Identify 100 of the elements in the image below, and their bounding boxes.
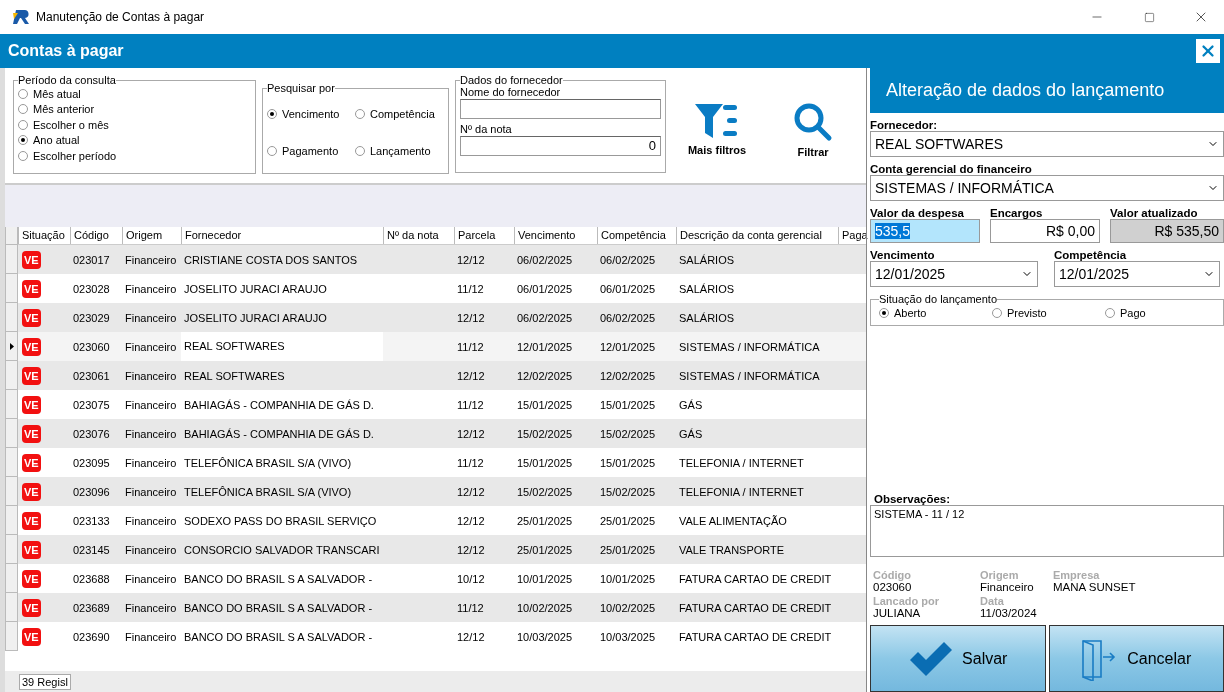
table-cell-text: 11/12 xyxy=(456,340,485,353)
info-value: 11/03/2024 xyxy=(980,607,1038,619)
table-row[interactable]: VE 023029 Financeiro JOSELITO JURACI ARAUJO 12/12 06/02/2025 06/02/2025 SALÁRIOS xyxy=(5,303,866,332)
info-label: Código xyxy=(873,569,912,581)
app-logo-icon xyxy=(12,9,30,25)
table-cell-text: 023096 xyxy=(72,485,111,498)
table-cell-text: CRISTIANE COSTA DOS SANTOS xyxy=(183,253,359,266)
table-cell-text: Financeiro xyxy=(124,456,178,469)
table-row[interactable]: VE 023096 Financeiro TELEFÔNICA BRASIL S/A (VIVO) 12/12 15/02/2025 15/02/2025 TELEFONIA / INTERNET xyxy=(5,477,866,506)
status-badge: VE xyxy=(22,627,41,646)
account-dropdown[interactable]: SISTEMAS / INFORMÁTICA xyxy=(870,175,1224,201)
table-cell-text: TELEFÔNICA BRASIL S/A (VIVO) xyxy=(183,485,353,498)
radio-option[interactable]: Ano atual xyxy=(18,132,251,148)
table-cell-text: 10/12 xyxy=(456,572,486,585)
maximize-icon xyxy=(1143,11,1155,23)
column-header[interactable]: Situação xyxy=(18,227,70,244)
supplier-name-field[interactable] xyxy=(460,99,661,119)
field-label: Valor atualizado xyxy=(1110,207,1199,219)
table-cell-text: 11/12 xyxy=(456,456,485,469)
table-cell-text: Financeiro xyxy=(124,601,178,614)
status-badge: VE xyxy=(22,482,41,501)
table-cell-text: 25/01/2025 xyxy=(516,514,574,527)
status-badge: VE xyxy=(22,308,41,327)
expense-value-field[interactable]: 535,5 xyxy=(870,219,980,243)
cancel-button[interactable]: Cancelar xyxy=(1048,625,1224,692)
radio-option[interactable]: Previsto xyxy=(992,305,1105,321)
status-badge: VE xyxy=(22,424,41,443)
close-button[interactable] xyxy=(1196,39,1220,63)
table-row[interactable]: VE 023017 Financeiro CRISTIANE COSTA DOS SANTOS 12/12 06/02/2025 06/02/2025 SALÁRIOS xyxy=(5,245,866,274)
radio-option[interactable]: Pago xyxy=(1105,305,1205,321)
table-cell-text: 12/12 xyxy=(456,630,486,643)
group-legend: Situação do lançamento xyxy=(879,293,998,305)
table-row[interactable]: VE 023076 Financeiro BAHIAGÁS - COMPANHIA DE GÁS D. 12/12 15/02/2025 15/02/2025 GÁS xyxy=(5,419,866,448)
table-cell-text: JOSELITO JURACI ARAUJO xyxy=(183,282,328,295)
table-cell-text: 023076 xyxy=(72,427,111,440)
field-label: Nº da nota xyxy=(460,123,513,135)
table-row[interactable]: VE 023060 Financeiro REAL SOFTWARES 11/12 12/01/2025 12/01/2025 SISTEMAS / INFORMÁTICA xyxy=(5,332,866,361)
radio-option[interactable]: Vencimento xyxy=(267,106,355,122)
page-title: Contas à pagar xyxy=(8,42,124,60)
table-cell-text: TELEFONIA / INTERNET xyxy=(678,485,805,498)
column-header[interactable]: Descrição da conta gerencial xyxy=(676,227,838,244)
table-cell-text: 10/02/2025 xyxy=(516,601,574,614)
table-cell-text: 023028 xyxy=(72,282,111,295)
column-header[interactable]: Origem xyxy=(122,227,181,244)
column-header[interactable]: Fornecedor xyxy=(181,227,383,244)
table-cell-text: 11/12 xyxy=(456,282,485,295)
radio-option[interactable]: Mês anterior xyxy=(18,101,251,117)
table-cell-text: 023029 xyxy=(72,311,111,324)
table-cell-text: GÁS xyxy=(678,398,704,411)
radio-option[interactable]: Lançamento xyxy=(355,143,435,159)
info-value: Financeiro xyxy=(980,581,1035,593)
table-cell-text: 10/03/2025 xyxy=(516,630,574,643)
more-filters-button[interactable]: Mais filtros xyxy=(672,102,762,156)
table-cell-text: Financeiro xyxy=(124,311,178,324)
table-cell-text: SALÁRIOS xyxy=(678,311,736,324)
column-header[interactable]: Competência xyxy=(597,227,676,244)
charges-field[interactable]: R$ 0,00 xyxy=(990,219,1100,243)
status-badge: VE xyxy=(22,453,41,472)
table-cell-text: 023690 xyxy=(72,630,111,643)
column-header[interactable]: Vencimento xyxy=(514,227,597,244)
record-count: 39 Regisl xyxy=(19,673,71,690)
column-header[interactable]: Código xyxy=(70,227,122,244)
radio-option[interactable]: Mês atual xyxy=(18,86,251,102)
status-badge: VE xyxy=(22,598,41,617)
table-cell-text: GÁS xyxy=(678,427,704,440)
table-cell-text: 15/01/2025 xyxy=(516,456,574,469)
notes-field[interactable]: SISTEMA - 11 / 12 xyxy=(870,505,1224,557)
radio-option[interactable]: Pagamento xyxy=(267,143,355,159)
table-cell-text: 12/12 xyxy=(456,311,486,324)
field-label: Encargos xyxy=(990,207,1044,219)
radio-option[interactable]: Escolher período xyxy=(18,148,251,164)
info-value: MANA SUNSET xyxy=(1053,581,1137,593)
table-cell-text: 12/12 xyxy=(456,485,486,498)
table-row[interactable]: VE 023689 Financeiro BANCO DO BRASIL S A SALVADOR - 11/12 10/02/2025 10/02/2025 FATURA CARTAO DE CREDIT xyxy=(5,593,866,622)
supplier-dropdown[interactable]: REAL SOFTWARES xyxy=(870,131,1224,157)
table-cell: REAL SOFTWARES xyxy=(181,332,383,361)
invoice-number-field[interactable]: 0 xyxy=(460,136,661,156)
radio-option[interactable]: Aberto xyxy=(879,305,992,321)
table-cell-text: 15/02/2025 xyxy=(516,427,574,440)
status-badge: VE xyxy=(22,395,41,414)
column-header[interactable]: Parcela xyxy=(454,227,514,244)
due-date-picker[interactable]: 12/01/2025 xyxy=(870,261,1038,287)
info-label: Data xyxy=(980,595,1005,607)
radio-option[interactable]: Competência xyxy=(355,106,435,122)
radio-option[interactable]: Escolher o mês xyxy=(18,117,251,133)
row-header[interactable] xyxy=(5,332,18,361)
table-cell-text: Financeiro xyxy=(124,427,178,440)
table-cell-text: TELEFONIA / INTERNET xyxy=(678,456,805,469)
table-cell-text: 023133 xyxy=(72,514,111,527)
competence-date-picker[interactable]: 12/01/2025 xyxy=(1054,261,1220,287)
column-header[interactable]: Nº da nota xyxy=(383,227,454,244)
table-cell-text: 15/02/2025 xyxy=(516,485,574,498)
filter-button[interactable]: Filtrar xyxy=(768,102,858,158)
table-cell-text: 25/01/2025 xyxy=(599,514,657,527)
save-button[interactable]: Salvar xyxy=(870,625,1046,692)
field-label: Vencimento xyxy=(870,249,936,261)
table-cell-text: 15/01/2025 xyxy=(599,398,657,411)
table-cell-text: BANCO DO BRASIL S A SALVADOR - xyxy=(183,572,374,585)
table-row[interactable]: VE 023061 Financeiro REAL SOFTWARES 12/12 12/02/2025 12/02/2025 SISTEMAS / INFORMÁTICA xyxy=(5,361,866,390)
table-row[interactable]: VE 023145 Financeiro CONSORCIO SALVADOR TRANSCARI 12/12 25/01/2025 25/01/2025 VALE TRANSPORTE xyxy=(5,535,866,564)
